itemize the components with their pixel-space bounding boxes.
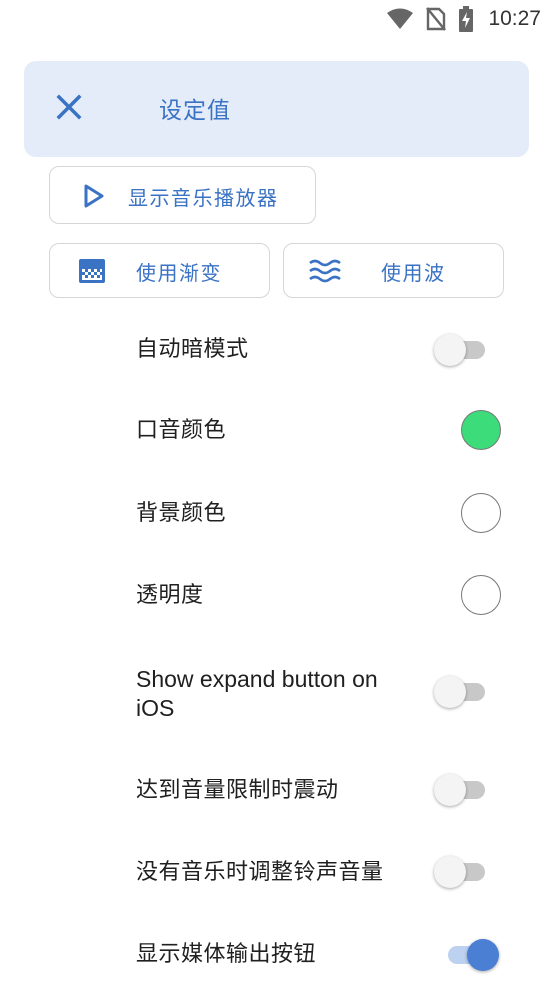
auto-dark-mode-toggle[interactable] xyxy=(434,333,488,367)
show-expand-button-toggle[interactable] xyxy=(434,675,488,709)
setting-label: 显示媒体输出按钮 xyxy=(136,942,317,967)
use-wave-button[interactable]: 使用波 xyxy=(283,243,504,298)
transparency-swatch[interactable] xyxy=(461,575,501,615)
setting-label: 达到音量限制时震动 xyxy=(136,778,339,803)
adjust-ringtone-volume-toggle[interactable] xyxy=(434,855,488,889)
status-time: 10:27 xyxy=(488,7,541,30)
toggle-thumb xyxy=(434,856,466,888)
setting-label: 没有音乐时调整铃声音量 xyxy=(136,860,384,885)
show-music-player-label: 显示音乐播放器 xyxy=(128,186,279,210)
toggle-thumb xyxy=(467,939,499,971)
wave-icon xyxy=(308,258,344,288)
toggle-thumb xyxy=(434,334,466,366)
page-title: 设定值 xyxy=(159,98,231,124)
setting-label: Show expand button on iOS xyxy=(136,666,378,721)
show-music-player-button[interactable]: 显示音乐播放器 xyxy=(49,166,316,224)
setting-label: 自动暗模式 xyxy=(136,337,249,362)
status-bar: 10:27 xyxy=(0,0,553,38)
vibrate-volume-limit-toggle[interactable] xyxy=(434,773,488,807)
toggle-thumb xyxy=(434,676,466,708)
setting-show-media-output: 显示媒体输出按钮 xyxy=(0,938,553,972)
play-icon xyxy=(82,183,106,213)
setting-background-color: 背景颜色 xyxy=(0,493,553,535)
setting-transparency: 透明度 xyxy=(0,575,553,617)
no-sim-icon xyxy=(426,7,447,31)
setting-show-expand-button: Show expand button on iOS xyxy=(0,664,553,724)
header-card: 设定值 xyxy=(24,61,529,157)
setting-label: 口音颜色 xyxy=(136,418,227,443)
setting-auto-dark-mode: 自动暗模式 xyxy=(0,333,553,367)
use-wave-label: 使用波 xyxy=(381,261,446,285)
use-gradient-button[interactable]: 使用渐变 xyxy=(49,243,270,298)
status-icons: 10:27 xyxy=(386,6,541,32)
setting-vibrate-volume-limit: 达到音量限制时震动 xyxy=(0,773,553,807)
setting-label: 背景颜色 xyxy=(136,501,227,526)
wifi-icon xyxy=(386,8,414,30)
show-media-output-toggle[interactable] xyxy=(443,938,499,972)
battery-charging-icon xyxy=(458,6,474,32)
close-icon[interactable] xyxy=(54,92,88,126)
background-color-swatch[interactable] xyxy=(461,493,501,533)
toggle-thumb xyxy=(434,774,466,806)
accent-color-swatch[interactable] xyxy=(461,410,501,450)
setting-label: 透明度 xyxy=(136,583,204,608)
setting-adjust-ringtone-volume: 没有音乐时调整铃声音量 xyxy=(0,855,553,889)
setting-accent-color: 口音颜色 xyxy=(0,410,553,452)
gradient-icon xyxy=(78,258,106,288)
use-gradient-label: 使用渐变 xyxy=(136,261,222,285)
